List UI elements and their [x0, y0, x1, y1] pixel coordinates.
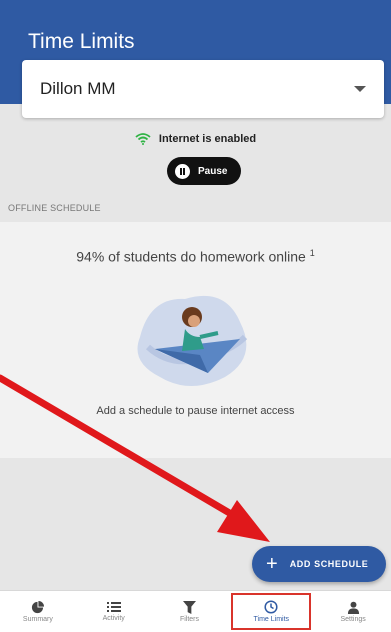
footnote-marker[interactable]: 1	[310, 248, 315, 258]
internet-status-text: Internet is enabled	[158, 133, 257, 145]
add-schedule-button[interactable]: + ADD SCHEDULE	[252, 546, 386, 582]
internet-status: Internet is enabled	[0, 133, 391, 145]
person-icon	[347, 601, 359, 614]
profile-dropdown[interactable]: Dillon MM	[22, 60, 384, 118]
plus-icon: +	[266, 553, 278, 575]
card-title: 94% of students do homework online 1	[0, 248, 391, 265]
paper-plane-illustration	[137, 295, 248, 386]
nav-label-activity: Activity	[102, 615, 125, 622]
profile-dropdown-value: Dillon MM	[40, 79, 116, 98]
wifi-icon	[135, 133, 151, 145]
page-title: Time Limits	[28, 30, 135, 53]
nav-label-settings: Settings	[340, 615, 366, 623]
nav-item-summary[interactable]: Summary	[0, 591, 76, 632]
bottom-navigation: Summary Activity Filters Time Limits Set…	[0, 590, 391, 632]
nav-item-filters[interactable]: Filters	[152, 591, 228, 632]
list-icon	[106, 602, 121, 612]
section-label-offline-schedule: OFFLINE SCHEDULE	[8, 203, 101, 213]
card-description: Add a schedule to pause internet access	[96, 405, 295, 417]
chevron-down-icon	[354, 86, 366, 92]
nav-item-activity[interactable]: Activity	[76, 591, 152, 632]
nav-label-filters: Filters	[179, 615, 200, 623]
pause-icon	[175, 163, 190, 179]
nav-label-summary: Summary	[22, 615, 53, 623]
pause-button[interactable]: Pause	[167, 157, 241, 185]
nav-item-settings[interactable]: Settings	[315, 591, 391, 632]
offline-schedule-card: 94% of students do homework online 1 Add…	[0, 222, 391, 458]
pause-button-label: Pause	[198, 165, 228, 177]
clock-icon	[264, 600, 278, 614]
add-schedule-label: ADD SCHEDULE	[289, 559, 369, 569]
card-title-text: 94% of students do homework online	[76, 248, 306, 265]
pie-chart-icon	[32, 600, 45, 613]
filter-icon	[182, 600, 196, 614]
nav-item-time-limits[interactable]: Time Limits	[231, 593, 312, 630]
nav-label-time-limits: Time Limits	[253, 616, 290, 623]
